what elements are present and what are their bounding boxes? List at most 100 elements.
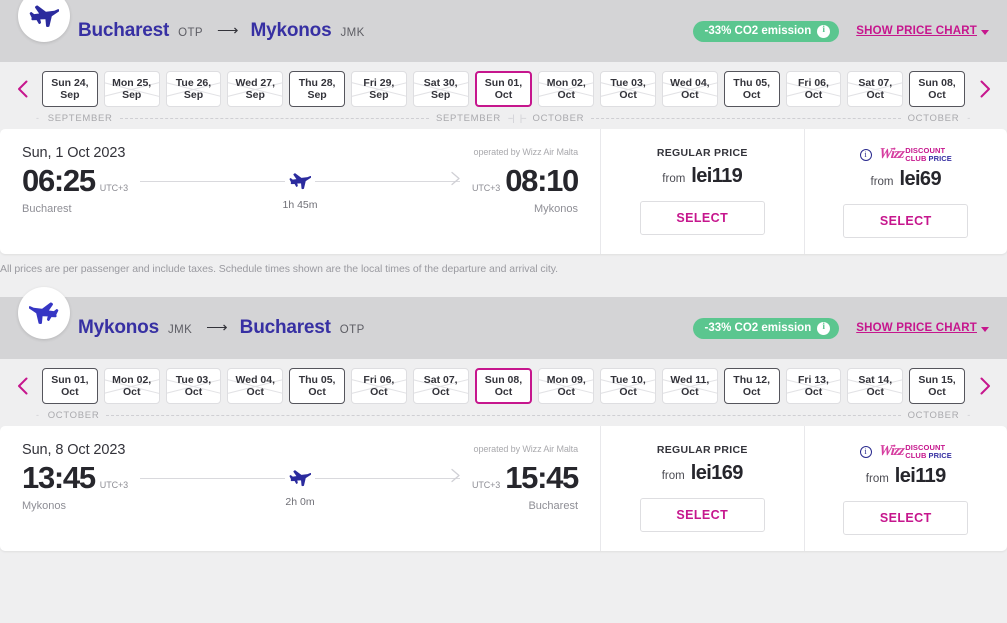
date-cell-unavailable[interactable]: Wed 27, Sep [227,71,284,107]
date-cell-unavailable[interactable]: Sat 07, Oct [412,368,469,404]
date-cell-unavailable[interactable]: Wed 04, Oct [227,368,284,404]
date-cell-day: Sun 01, [484,76,523,89]
ruler-right-tick: - [967,113,971,123]
ruler-sep-left: --| [507,112,515,124]
info-icon[interactable]: i [817,24,831,38]
flight-duration: 1h 45m [282,199,318,211]
flight-duration: 2h 0m [285,496,315,508]
regular-price-amount: from lei119 [662,165,743,188]
date-cell-unavailable[interactable]: Mon 09, Oct [538,368,595,404]
arrival-block: UTC+3 08:10 [471,163,579,198]
arrival-utc: UTC+3 [471,183,501,193]
flight-times: 13:45 UTC+3 UTC+3 15:45 [22,460,579,495]
show-price-chart-button[interactable]: SHOW PRICE CHART [856,25,989,37]
wdc-header: i Wizz DISCOUNT CLUB PRICE [859,443,952,460]
info-icon[interactable]: i [817,321,831,335]
chevron-left-icon[interactable] [8,368,36,404]
route-summary: Bucharest OTP ⟶ Mykonos JMK [78,20,365,42]
co2-badge-label: -33% CO2 emission [704,322,812,334]
journey-outbound: Bucharest OTP ⟶ Mykonos JMK -33% CO2 emi… [0,0,1007,275]
date-cell-available[interactable]: Thu 12, Oct [723,368,780,404]
date-cell-available[interactable]: Thu 28, Sep [289,71,345,107]
flight-endpoints: Mykonos 2h 0m Bucharest [22,496,578,512]
date-cell-day: Wed 27, [235,76,276,89]
date-cell-month: Oct [494,386,513,398]
ruler-left-tick: - [36,410,40,420]
departure-city: Bucharest [22,203,72,215]
chevron-right-icon[interactable] [971,71,999,107]
date-cell-unavailable[interactable]: Wed 11, Oct [661,368,718,404]
date-cell-unavailable[interactable]: Tue 03, Oct [165,368,222,404]
date-selector-outbound: Sun 24, Sep Mon 25, Sep Tue 26, Sep Wed 27, Sep… [0,62,1007,129]
airplane-icon [285,466,315,489]
show-price-chart-button[interactable]: SHOW PRICE CHART [856,322,989,334]
date-cell-available[interactable]: Sun 15, Oct [909,368,965,404]
flight-times: 06:25 UTC+3 UTC+3 08:10 [22,163,579,198]
date-cell-unavailable[interactable]: Fri 29, Sep [350,71,407,107]
origin-city: Bucharest [78,20,170,41]
date-cell-day: Tue 10, [610,373,646,386]
departure-time: 13:45 [22,460,96,495]
date-cell-day: Thu 05, [733,76,771,89]
date-cell-selected[interactable]: Sun 08, Oct [474,368,533,404]
date-row: Sun 01, Oct Mon 02, Oct Tue 03, Oct Wed 04, Oct… [0,368,1007,404]
date-cell-day: Wed 11, [670,373,710,386]
date-cell-unavailable[interactable]: Sat 07, Oct [847,71,904,107]
date-cell-unavailable[interactable]: Tue 26, Sep [165,71,222,107]
header-actions: -33% CO2 emission i SHOW PRICE CHART [692,20,989,42]
route-summary: Mykonos JMK ⟶ Bucharest OTP [78,317,365,339]
date-cell-month: Oct [619,386,637,398]
arrival-time: 08:10 [505,163,579,198]
date-cell-day: Sat 30, [423,76,458,89]
month-ruler-outbound: - SEPTEMBER SEPTEMBER --| |-- OCTOBER OC… [0,107,1007,129]
date-cell-unavailable[interactable]: Wed 04, Oct [661,71,718,107]
co2-emission-badge[interactable]: -33% CO2 emission i [692,317,840,339]
wizz-discount-club-logo: Wizz DISCOUNT CLUB PRICE [877,443,952,460]
select-wdc-button[interactable]: SELECT [843,204,969,239]
show-price-chart-label: SHOW PRICE CHART [856,25,977,37]
ruler-mid-label: SEPTEMBER [435,112,501,124]
wdc-price-column: i Wizz DISCOUNT CLUB PRICE from [805,129,1007,254]
ruler-dash [119,117,429,119]
price-from-label: from [865,473,889,486]
chevron-left-icon[interactable] [8,71,36,107]
price-from-label: from [870,176,894,189]
info-icon[interactable]: i [859,445,872,458]
date-cell-unavailable[interactable]: Fri 06, Oct [350,368,407,404]
regular-price-amount: from lei169 [661,462,744,485]
wdc-price-amount: from lei119 [865,465,947,488]
regular-price-label: REGULAR PRICE [656,444,748,456]
origin-airport-code: OTP [178,27,203,39]
date-cell-unavailable[interactable]: Sat 30, Sep [412,71,469,107]
price-from-label: from [661,470,685,482]
date-cell-unavailable[interactable]: Sat 14, Oct [847,368,904,404]
date-cell-unavailable[interactable]: Tue 10, Oct [600,368,656,404]
destination-airport-code: JMK [340,27,365,39]
date-cell-available[interactable]: Sun 08, Oct [909,71,965,107]
date-cell-unavailable[interactable]: Fri 13, Oct [785,368,842,404]
date-cell-available[interactable]: Sun 24, Sep [42,71,98,107]
date-cell-available[interactable]: Sun 01, Oct [42,368,98,404]
co2-emission-badge[interactable]: -33% CO2 emission i [692,20,840,42]
date-cell-available[interactable]: Thu 05, Oct [289,368,345,404]
info-icon[interactable]: i [859,148,872,161]
date-cell-unavailable[interactable]: Mon 02, Oct [103,368,160,404]
select-regular-button[interactable]: SELECT [639,201,765,235]
select-regular-button[interactable]: SELECT [639,498,765,532]
ruler-right-label: OCTOBER [907,409,960,421]
date-cell-selected[interactable]: Sun 01, Oct [474,71,533,107]
date-cell-day: Mon 02, [112,373,152,386]
date-cell-unavailable[interactable]: Mon 25, Sep [103,71,160,107]
date-cell-available[interactable]: Thu 05, Oct [723,71,780,107]
wdc-price-amount: from lei69 [870,168,942,191]
date-cell-unavailable[interactable]: Mon 02, Oct [538,71,595,107]
date-cell-unavailable[interactable]: Tue 03, Oct [600,71,656,107]
date-cell-unavailable[interactable]: Fri 06, Oct [785,71,842,107]
date-cell-month: Sep [245,89,265,101]
date-cell-month: Oct [804,89,823,101]
date-cell-month: Oct [122,386,141,398]
wizz-wordmark: Wizz [877,443,905,460]
chevron-right-icon[interactable] [971,368,999,404]
select-wdc-button[interactable]: SELECT [843,501,969,536]
date-cell-day: Fri 06, [363,373,395,386]
